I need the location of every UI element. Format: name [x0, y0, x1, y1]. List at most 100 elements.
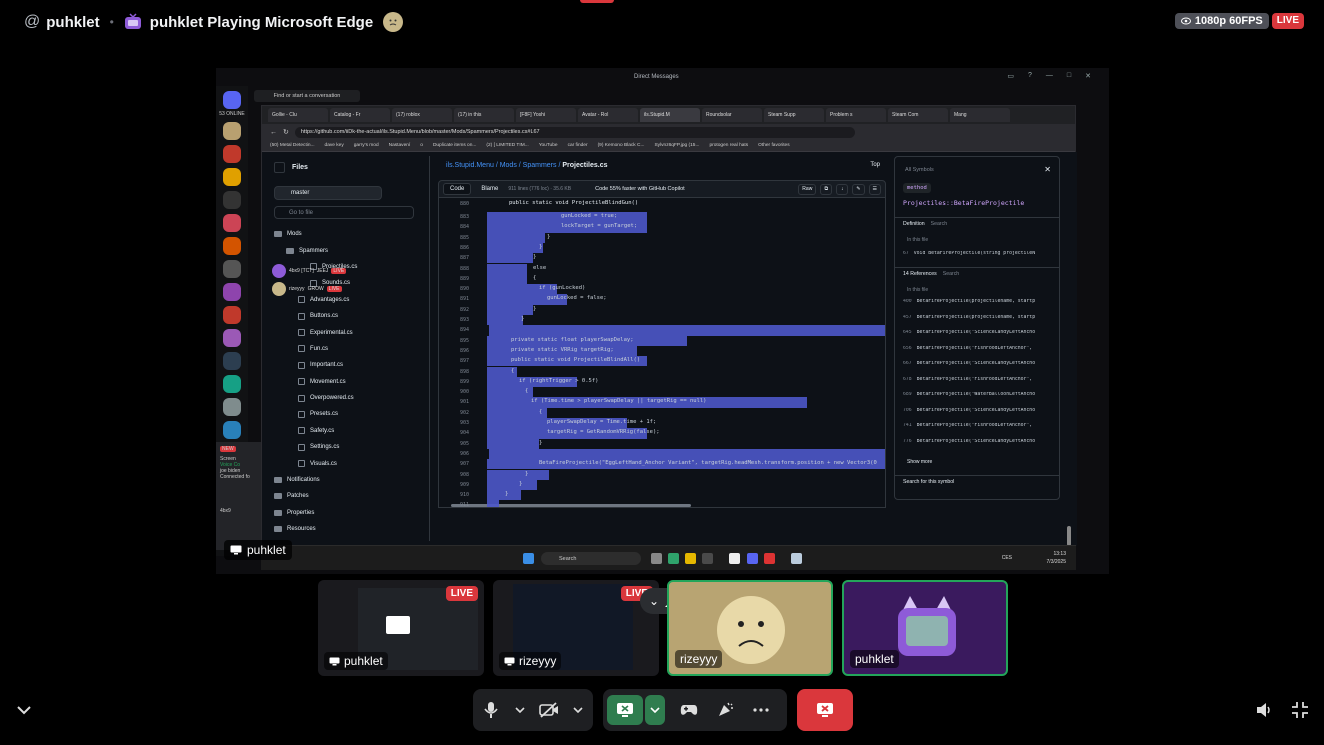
video-options-button[interactable]: [567, 689, 589, 731]
camera-button[interactable]: [531, 689, 567, 731]
bookmark-item: Other favorites: [758, 143, 790, 148]
blame-tab: Blame: [481, 186, 499, 192]
tree-item-label: Patches: [287, 493, 309, 500]
screen-share-options-button[interactable]: [645, 695, 665, 725]
screen-share-button[interactable]: [607, 695, 643, 725]
reference-row: 689 BetaFireProjectile("WaterBalloonLeftA…: [903, 392, 1059, 397]
reference-text: BetaFireProjectile("ScienceCandyLeftAnch…: [916, 361, 1036, 366]
more-options-button[interactable]: [743, 689, 779, 731]
code-line: }: [519, 480, 523, 487]
chevron-down-icon[interactable]: [14, 700, 34, 720]
selection-highlight: [487, 315, 523, 326]
file-item: Presets.cs: [274, 406, 424, 422]
microphone-icon: [484, 702, 498, 718]
references-search: Search: [942, 271, 960, 277]
code-line: playerSwapDelay = Time.time + 1f;: [547, 419, 657, 425]
browser-tab: Avatar - Rol: [578, 108, 638, 122]
windows-start-icon: [523, 553, 534, 564]
selection-highlight: [487, 469, 549, 480]
line-number: 899: [459, 378, 469, 385]
line-number: 903: [459, 420, 469, 426]
tree-item-label: Properties: [287, 509, 315, 516]
overlay-user-2: rizeyyy GROW LIVE: [272, 282, 342, 296]
audio-options-button[interactable]: [509, 689, 531, 731]
tree-item-label: Fun.cs: [310, 345, 329, 352]
all-symbols-link: All Symbols: [905, 167, 934, 173]
code-line: lockTarget = gunTarget;: [561, 223, 638, 230]
tree-item-label: Resources: [287, 526, 316, 533]
participant-tile-screen-2[interactable]: LIVE rizeyyy: [493, 580, 659, 676]
file-icon: [298, 427, 305, 435]
server-icon: [223, 421, 241, 439]
folder-item: Notifications: [274, 472, 424, 488]
server-icon: [223, 214, 241, 232]
soundboard-button[interactable]: [707, 689, 743, 731]
leave-call-button[interactable]: [797, 689, 853, 731]
new-badge: NEW: [220, 446, 236, 452]
file-item: Overpowered.cs: [274, 390, 424, 406]
reference-text: BetaFireProjectile("FishFoodLeftAnchor",: [916, 376, 1033, 382]
discord-voice-panel: NEW Screen Voice Co joe biden Connected …: [216, 442, 266, 550]
folder-item: Patches: [274, 488, 424, 504]
code-line: }: [547, 233, 551, 240]
participant-tile-camera-2[interactable]: puhklet: [842, 580, 1008, 676]
code-header: Code Blame 911 lines (776 loc) · 35.6 KB…: [438, 180, 886, 198]
selection-highlight: [489, 448, 885, 460]
file-icon: [298, 345, 305, 353]
file-item: Fun.cs: [274, 341, 424, 357]
channel-name[interactable]: puhklet: [46, 14, 99, 31]
references-label: 14 References: [903, 271, 937, 277]
line-number: 904: [459, 430, 469, 437]
mute-button[interactable]: [473, 689, 509, 731]
branch-label: master: [291, 190, 310, 196]
code-line: public static void ProjectileBlindGun(): [509, 200, 639, 206]
server-icon: [223, 122, 241, 140]
selection-highlight: [489, 325, 885, 336]
code-line: BetaFireProjectile("EggLeftHand_Anchor V…: [539, 460, 877, 467]
server-icon: [223, 283, 241, 301]
clock: 13:13 7/3/2025: [1047, 550, 1066, 566]
reference-line-num: 689: [903, 392, 912, 397]
bookmark-item: (2) [ LIMITED TIM...: [486, 143, 529, 148]
reference-row: 706 BetaFireProjectile("ScienceCandyLeftA…: [903, 408, 1059, 413]
search-symbol-row: Search for this symbol: [895, 475, 1059, 488]
code-line: else: [533, 264, 547, 271]
reference-text: BetaFireProjectile(projectilename, start…: [916, 299, 1036, 304]
overlay-user-tag: JEEJ: [316, 268, 329, 274]
volume-icon[interactable]: [1254, 700, 1274, 720]
symbols-icon: ☰: [868, 183, 881, 195]
find-conversation: Find or start a conversation: [254, 90, 360, 102]
screen-share-icon: [329, 657, 340, 665]
bookmark-item: o: [420, 143, 423, 148]
tree-item-label: Safety.cs: [310, 427, 335, 434]
reference-line-num: 645: [903, 330, 912, 335]
close-icon: ✕: [1085, 73, 1091, 80]
language-indicator: CES: [1001, 555, 1012, 561]
file-item: Experimental.cs: [274, 324, 424, 340]
live-badge: LIVE: [331, 268, 347, 274]
exit-fullscreen-icon[interactable]: [1290, 700, 1310, 720]
reference-row: 678 BetaFireProjectile("FishFoodLeftAncho…: [903, 377, 1059, 382]
selection-highlight: [487, 500, 499, 507]
chevron-down-icon: [650, 707, 660, 713]
line-number: 885: [459, 234, 469, 241]
app-icon: [702, 553, 713, 564]
breadcrumb-file: Projectiles.cs: [562, 162, 608, 169]
activities-button[interactable]: [671, 689, 707, 731]
server-icon: [223, 145, 241, 163]
more-icon: [753, 708, 769, 712]
definition-line: void BetaFireProjectile(string projectil…: [913, 251, 1036, 256]
folder-icon: [274, 509, 282, 516]
bookmark-item: Nastavení: [388, 143, 411, 148]
code-view: 880 public static void ProjectileBlindGu…: [438, 198, 886, 508]
line-number: 905: [459, 440, 469, 447]
face-emoji-icon: [383, 12, 404, 32]
participant-tile-camera-1[interactable]: rizeyyy: [667, 580, 833, 676]
file-item: Safety.cs: [274, 423, 424, 439]
tree-item-label: Experimental.cs: [310, 329, 353, 336]
bookmark-item: dave key: [324, 143, 344, 148]
code-line: }: [521, 316, 525, 322]
stream-view[interactable]: Direct Messages ▭? — □ ✕ 53 ONLINE Find or …: [216, 68, 1109, 574]
code-tab: Code: [443, 183, 472, 195]
participant-tile-screen-1[interactable]: LIVE puhklet: [318, 580, 484, 676]
